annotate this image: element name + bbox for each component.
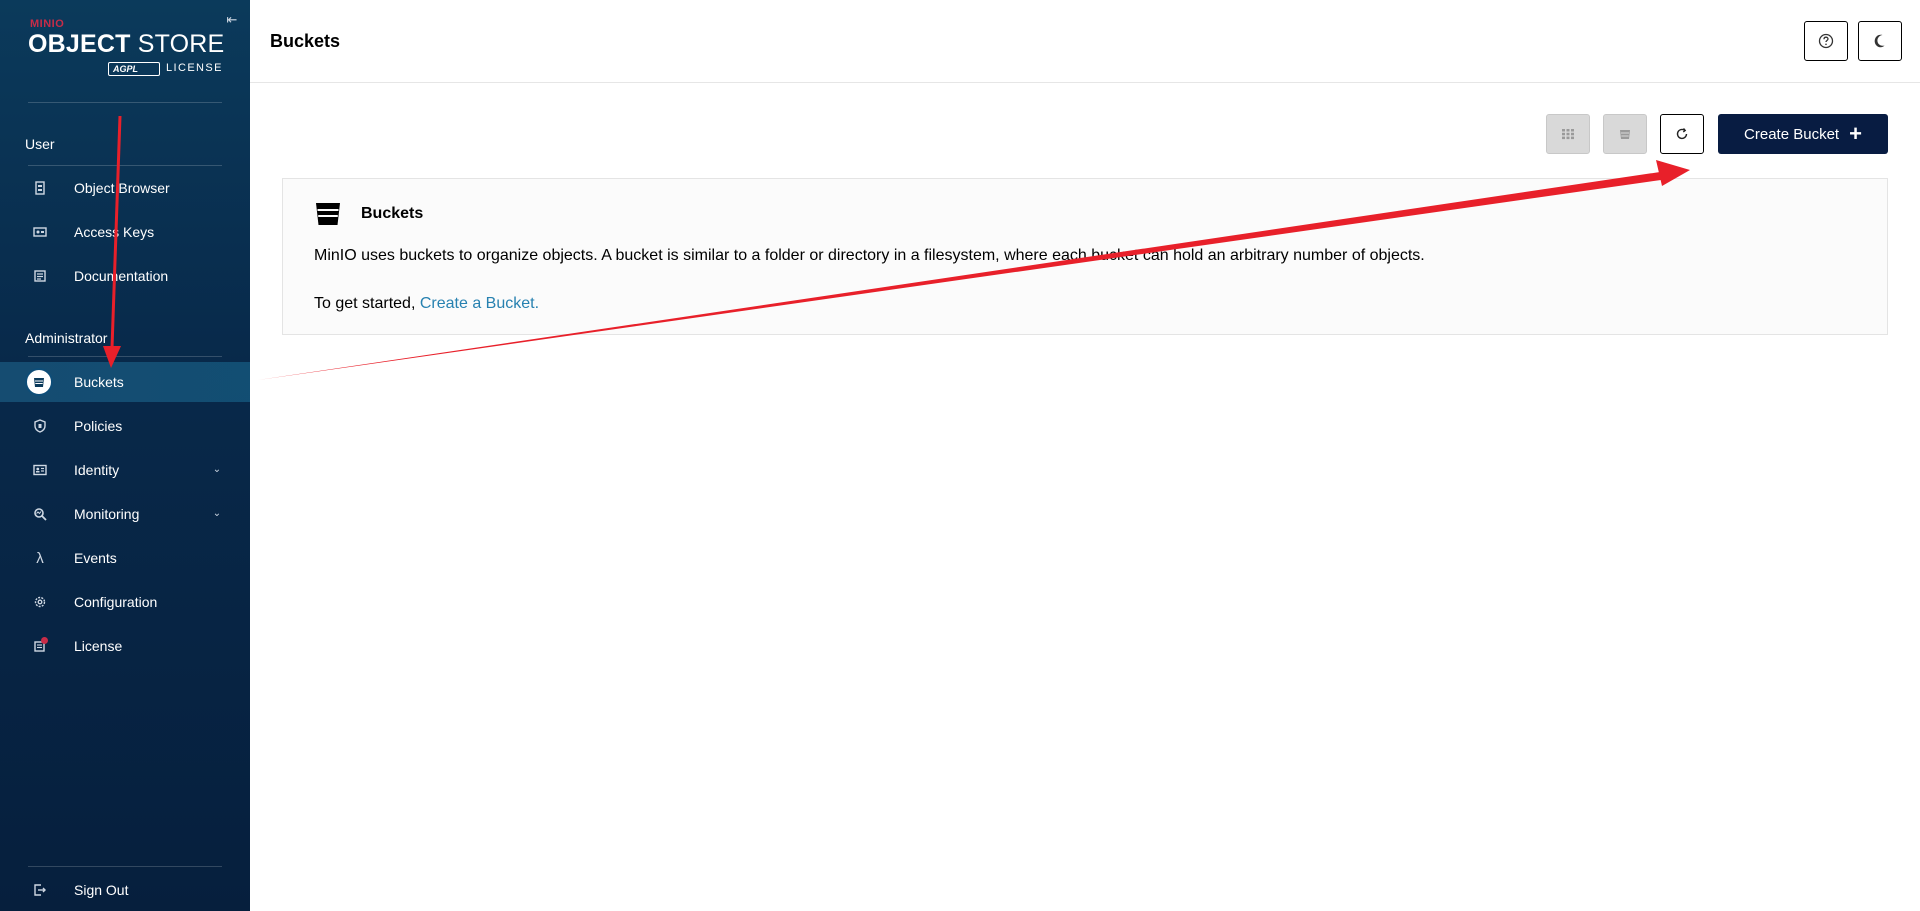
sidebar-item-label: Policies xyxy=(74,418,123,434)
panel-cta: To get started, Create a Bucket. xyxy=(314,295,539,313)
collapse-sidebar-icon[interactable]: ⇤ xyxy=(224,12,240,28)
create-bucket-link[interactable]: Create a Bucket. xyxy=(420,295,539,312)
create-bucket-label: Create Bucket xyxy=(1744,125,1840,143)
section-title-administrator: Administrator xyxy=(25,330,108,346)
page-header: Buckets xyxy=(250,0,1920,83)
refresh-icon xyxy=(1676,128,1688,140)
sidebar-item-configuration[interactable]: Configuration xyxy=(0,582,250,622)
cta-prefix: To get started, xyxy=(314,295,420,312)
documentation-icon xyxy=(28,264,52,288)
sidebar-item-access-keys[interactable]: Access Keys xyxy=(0,212,250,252)
plus-icon: + xyxy=(1849,121,1862,146)
object-browser-icon xyxy=(28,176,52,200)
sidebar-item-label: Configuration xyxy=(74,594,158,610)
sidebar-item-label: Events xyxy=(74,550,117,566)
chevron-down-icon[interactable]: ⌄ xyxy=(210,463,224,477)
policies-icon xyxy=(28,414,52,438)
gear-icon xyxy=(28,590,52,614)
logo-product: OBJECT STORE xyxy=(28,30,225,58)
sidebar: MINIO OBJECT STORE AGPL LICENSE ⇤ User O… xyxy=(0,0,250,911)
bucket-icon xyxy=(25,368,53,396)
agpl-badge: AGPL xyxy=(108,62,160,76)
notification-dot xyxy=(41,637,48,644)
create-bucket-button[interactable]: Create Bucket + xyxy=(1718,114,1888,154)
sidebar-divider xyxy=(28,102,222,103)
sign-out-icon xyxy=(28,878,52,902)
sign-out-button[interactable]: Sign Out xyxy=(0,870,250,910)
access-keys-icon xyxy=(28,220,52,244)
sidebar-divider xyxy=(28,866,222,867)
sidebar-item-license[interactable]: License xyxy=(0,626,250,666)
monitoring-icon xyxy=(28,502,52,526)
sidebar-item-buckets[interactable]: Buckets xyxy=(0,362,250,402)
section-title-user: User xyxy=(25,136,55,152)
minio-logo[interactable]: MINIO OBJECT STORE AGPL LICENSE xyxy=(28,16,228,78)
sidebar-divider xyxy=(28,356,222,357)
sidebar-item-object-browser[interactable]: Object Browser xyxy=(0,168,250,208)
manage-lifecycle-button[interactable] xyxy=(1603,114,1647,154)
help-icon xyxy=(1818,33,1834,49)
buckets-help-panel: Buckets MinIO uses buckets to organize o… xyxy=(282,178,1888,335)
chevron-down-icon[interactable]: ⌄ xyxy=(210,507,224,521)
dark-mode-toggle[interactable] xyxy=(1858,21,1902,61)
help-button[interactable] xyxy=(1804,21,1848,61)
identity-icon xyxy=(28,458,52,482)
sign-out-label: Sign Out xyxy=(74,882,129,898)
refresh-button[interactable] xyxy=(1660,114,1704,154)
logo-brand: MINIO xyxy=(30,18,65,30)
page-title: Buckets xyxy=(270,31,341,51)
bucket-stack-icon xyxy=(1620,130,1630,139)
sidebar-item-label: Object Browser xyxy=(74,180,170,196)
grid-icon xyxy=(1562,129,1574,140)
moon-icon xyxy=(1874,34,1885,48)
sidebar-item-label: Documentation xyxy=(74,268,169,284)
sidebar-item-identity[interactable]: Identity ⌄ xyxy=(0,450,250,490)
lambda-icon: λ xyxy=(36,549,44,567)
panel-title: Buckets xyxy=(361,205,424,222)
sidebar-item-label: Buckets xyxy=(74,374,124,390)
bucket-icon xyxy=(316,203,340,225)
grid-view-button[interactable] xyxy=(1546,114,1590,154)
sidebar-divider xyxy=(28,165,222,166)
logo-license-text: LICENSE xyxy=(166,62,223,74)
sidebar-item-monitoring[interactable]: Monitoring ⌄ xyxy=(0,494,250,534)
sidebar-item-label: Access Keys xyxy=(74,224,155,240)
sidebar-item-label: License xyxy=(74,638,123,654)
sidebar-item-documentation[interactable]: Documentation xyxy=(0,256,250,296)
panel-description: MinIO uses buckets to organize objects. … xyxy=(314,247,1425,264)
license-icon xyxy=(28,634,52,658)
sidebar-item-label: Monitoring xyxy=(74,506,140,522)
sidebar-item-label: Identity xyxy=(74,462,120,478)
sidebar-item-events[interactable]: λ Events xyxy=(0,538,250,578)
sidebar-item-policies[interactable]: Policies xyxy=(0,406,250,446)
